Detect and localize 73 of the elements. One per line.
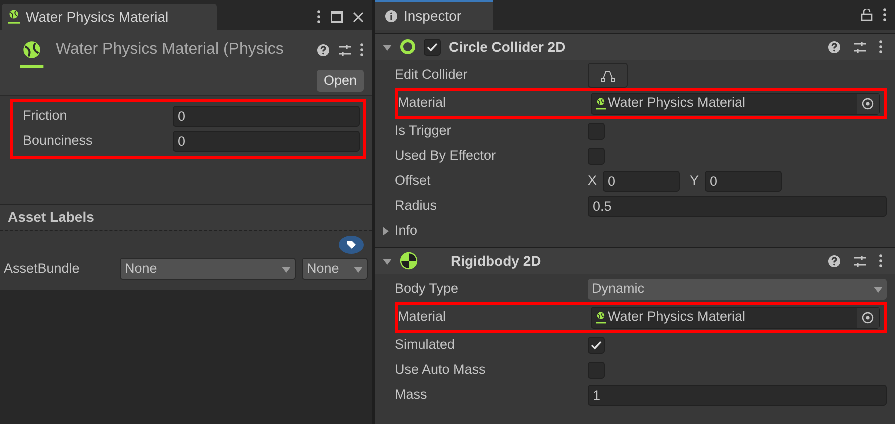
window-tab[interactable]: Water Physics Material [2, 4, 217, 30]
section-title: Asset Labels [8, 208, 94, 227]
number-field[interactable]: 0 [603, 171, 680, 192]
field-label: Simulated [395, 336, 456, 354]
help-icon[interactable] [317, 44, 330, 56]
field-label: Mass [395, 386, 428, 404]
component-title: Circle Collider 2D [449, 38, 567, 56]
field-label: Is Trigger [395, 122, 452, 140]
dropdown[interactable]: Dynamic [588, 279, 887, 300]
bundle-dropdown[interactable]: None [120, 258, 296, 280]
settings-icon[interactable] [853, 254, 867, 268]
target-icon[interactable] [862, 312, 874, 324]
object-field[interactable]: Water Physics Material [591, 306, 880, 328]
polygon-edit-icon [601, 69, 615, 82]
caret-icon [383, 256, 392, 266]
field-label: Radius [395, 197, 438, 216]
field-label: AssetBundle [4, 260, 81, 278]
maximize-icon[interactable] [331, 11, 343, 23]
material-icon [596, 96, 606, 110]
inspector-tab[interactable]: Inspector [375, 0, 493, 30]
field-label: Material [398, 94, 448, 112]
field-label: Edit Collider [395, 66, 469, 84]
material-icon [596, 310, 606, 324]
number-field[interactable]: 0 [173, 106, 360, 127]
field-label: Material [398, 308, 448, 326]
checkbox[interactable] [424, 38, 441, 56]
settings-icon[interactable] [338, 44, 352, 56]
component-header[interactable]: Rigidbody 2D [375, 247, 895, 274]
menu-icon[interactable] [360, 43, 364, 57]
menu-icon[interactable] [879, 40, 883, 54]
help-icon[interactable] [828, 40, 841, 54]
number-field[interactable]: 1 [588, 385, 887, 406]
axis-label: Y [690, 172, 700, 190]
ball-icon [8, 9, 20, 25]
asset-title: Water Physics Material (Physics [56, 40, 284, 60]
caret-icon [282, 264, 291, 274]
rigidbody-icon [400, 252, 418, 270]
menu-icon[interactable] [883, 8, 887, 22]
circle-collider-icon [400, 39, 416, 55]
checkmark-icon [591, 341, 602, 350]
field-label: Used By Effector [395, 147, 498, 166]
lock-icon[interactable] [861, 9, 873, 21]
field-label: Offset [395, 172, 432, 190]
edit-collider-button[interactable] [588, 63, 628, 88]
caret-icon [874, 285, 883, 294]
component-header[interactable]: Circle Collider 2D [375, 33, 895, 60]
field-label: Friction [23, 107, 68, 126]
caret-icon [381, 227, 390, 236]
caret-icon [354, 264, 363, 274]
tag-icon[interactable] [339, 236, 364, 254]
foldout-label[interactable]: Info [395, 221, 418, 242]
field-label: Bounciness [23, 132, 94, 150]
physics-material-icon [19, 40, 45, 70]
help-icon[interactable] [828, 254, 841, 268]
target-icon[interactable] [862, 98, 874, 110]
component-title: Rigidbody 2D [451, 252, 542, 271]
field-label: Use Auto Mass [395, 361, 487, 380]
checkbox[interactable] [588, 337, 605, 354]
variant-dropdown[interactable]: None [302, 258, 368, 280]
axis-label: X [588, 172, 598, 190]
menu-icon[interactable] [317, 10, 321, 24]
checkmark-icon [427, 42, 438, 52]
caret-icon [383, 42, 392, 52]
settings-icon[interactable] [853, 40, 867, 54]
field-label: Body Type [395, 280, 460, 298]
close-icon[interactable] [353, 12, 364, 22]
open-button[interactable]: Open [316, 70, 364, 92]
object-field[interactable]: Water Physics Material [591, 92, 880, 114]
number-field[interactable]: 0.5 [588, 196, 887, 217]
number-field[interactable]: 0 [705, 171, 782, 192]
menu-icon[interactable] [879, 254, 883, 268]
number-field[interactable]: 0 [173, 131, 360, 152]
info-icon [385, 10, 398, 22]
